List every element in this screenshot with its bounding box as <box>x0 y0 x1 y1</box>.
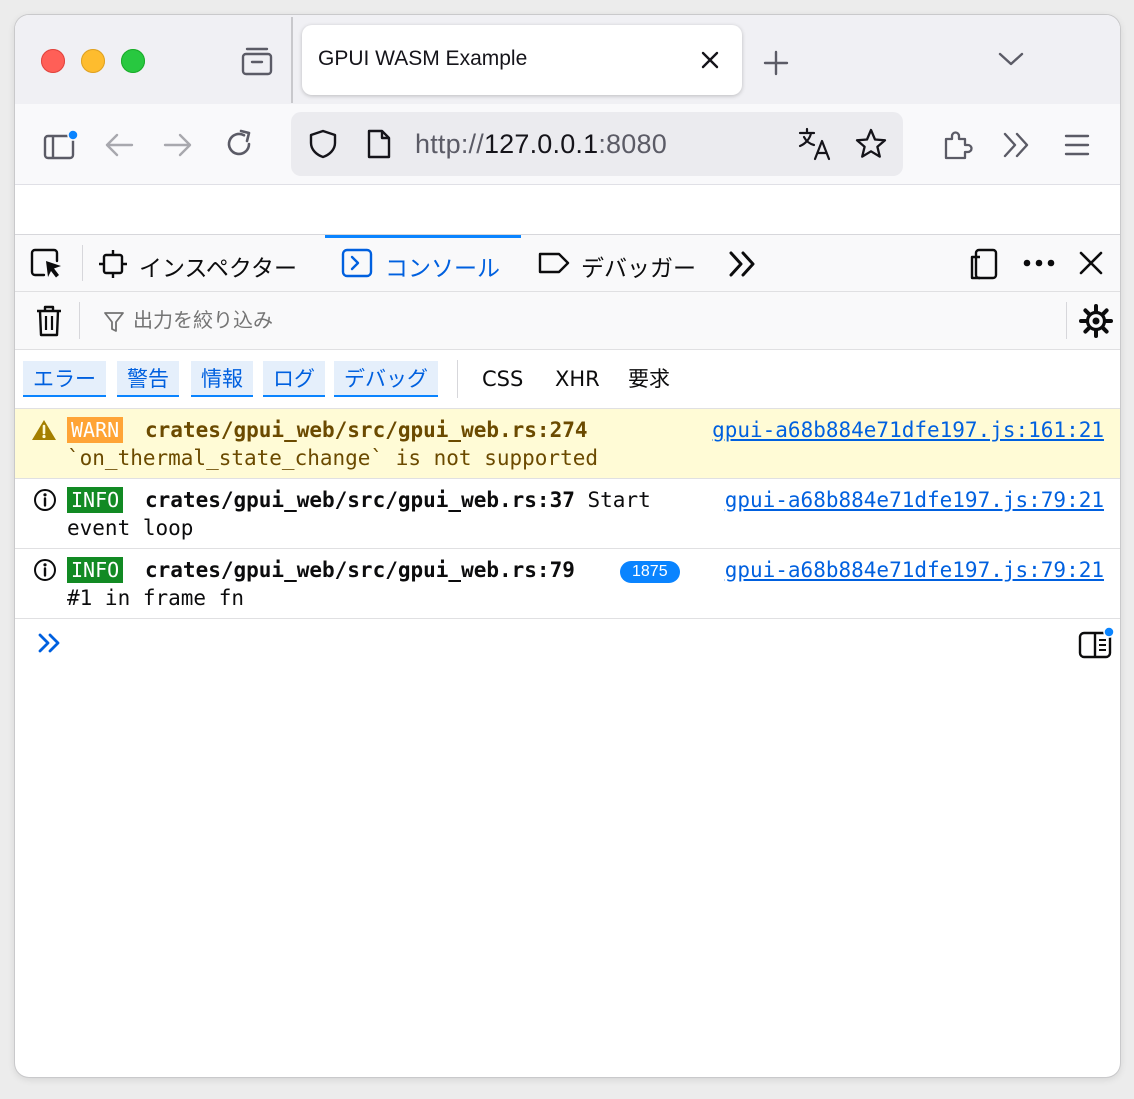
filter-output-input[interactable] <box>131 307 735 333</box>
navigation-bar: http://127.0.0.1:8080 <box>15 104 1120 185</box>
settings-separator <box>1066 302 1067 339</box>
sidebar-icon[interactable] <box>42 129 78 161</box>
source-path-text: crates/gpui_web/src/gpui_web.rs:79 <box>145 558 575 582</box>
console-input-row <box>15 619 1120 667</box>
url-host: 127.0.0.1 <box>483 129 599 159</box>
web-content-area <box>15 185 1120 235</box>
filter-icon <box>104 312 124 332</box>
url-text[interactable]: http://127.0.0.1:8080 <box>415 129 667 160</box>
tab-gpui-wasm-example[interactable]: GPUI WASM Example <box>302 25 742 95</box>
filter-css-button[interactable]: CSS <box>482 361 523 397</box>
level-badge-info: INFO <box>67 557 124 583</box>
message-source-path: crates/gpui_web/src/gpui_web.rs:37 Start <box>145 488 651 512</box>
back-arrow-icon[interactable] <box>103 131 135 159</box>
close-window-button[interactable] <box>41 49 65 73</box>
filter-requests-button[interactable]: 要求 <box>628 361 670 397</box>
message-location-link[interactable]: gpui-a68b884e71dfe197.js:79:21 <box>725 488 1104 512</box>
level-error-button[interactable]: エラー <box>23 361 106 397</box>
source-path-text: crates/gpui_web/src/gpui_web.rs:37 <box>145 488 575 512</box>
level-warning-button[interactable]: 警告 <box>117 361 179 397</box>
message-source-path: crates/gpui_web/src/gpui_web.rs:79 <box>145 558 575 582</box>
level-badge-info: INFO <box>67 487 124 513</box>
tab-title: GPUI WASM Example <box>318 47 528 70</box>
debugger-icon <box>538 252 570 274</box>
info-icon <box>34 489 56 511</box>
minimize-window-button[interactable] <box>81 49 105 73</box>
tab-debugger[interactable]: デバッガー <box>535 235 715 291</box>
shield-icon[interactable] <box>307 128 339 160</box>
level-log-button[interactable]: ログ <box>263 361 325 397</box>
message-inline-text: Start <box>574 488 651 512</box>
chevron-down-icon[interactable] <box>997 49 1025 69</box>
element-picker-icon[interactable] <box>29 247 65 281</box>
trash-icon[interactable] <box>35 304 63 338</box>
tab-bar: GPUI WASM Example <box>15 15 1120 104</box>
tab-separator <box>291 17 293 103</box>
url-scheme: http:// <box>415 129 484 159</box>
zoom-window-button[interactable] <box>121 49 145 73</box>
info-icon <box>34 559 56 581</box>
message-text: `on_thermal_state_change` is not support… <box>67 446 599 470</box>
devtools-toolbar: インスペクター コンソール デバッガー <box>15 235 1120 292</box>
console-message-info[interactable]: INFO crates/gpui_web/src/gpui_web.rs:37 … <box>15 479 1120 549</box>
editor-mode-icon[interactable] <box>1076 625 1116 661</box>
repeat-count-badge: 1875 <box>620 561 680 583</box>
console-icon <box>341 248 373 278</box>
filter-separator <box>79 302 80 339</box>
message-source-path: crates/gpui_web/src/gpui_web.rs:274 <box>145 418 588 442</box>
reload-icon[interactable] <box>223 128 255 160</box>
toolbar-separator <box>82 245 83 281</box>
level-info-button[interactable]: 情報 <box>191 361 253 397</box>
message-text: #1 in frame fn <box>67 586 245 610</box>
tab-debugger-label: デバッガー <box>581 256 696 282</box>
filter-xhr-button[interactable]: XHR <box>555 361 600 397</box>
more-tools-chevrons-icon[interactable] <box>727 249 759 279</box>
tab-console[interactable]: コンソール <box>325 235 521 291</box>
overflow-chevrons-icon[interactable] <box>1001 130 1033 160</box>
level-debug-button[interactable]: デバッグ <box>334 361 438 397</box>
url-port: :8080 <box>598 129 667 159</box>
responsive-design-mode-icon[interactable] <box>967 247 1001 281</box>
close-devtools-icon[interactable] <box>1078 250 1104 276</box>
tab-inspector[interactable]: インスペクター <box>95 235 325 291</box>
prompt-chevrons-icon <box>38 633 60 653</box>
inspector-icon <box>99 250 127 278</box>
level-badge-warn: WARN <box>67 417 124 443</box>
more-options-icon[interactable] <box>1021 256 1057 270</box>
translate-icon[interactable] <box>797 126 833 162</box>
message-location-link[interactable]: gpui-a68b884e71dfe197.js:79:21 <box>725 558 1104 582</box>
close-tab-icon[interactable] <box>700 50 720 70</box>
tab-groups-icon[interactable] <box>239 45 275 77</box>
console-message-info[interactable]: INFO crates/gpui_web/src/gpui_web.rs:79 … <box>15 549 1120 619</box>
console-filter-bar <box>15 292 1120 350</box>
page-info-icon[interactable] <box>365 128 393 160</box>
console-message-warn[interactable]: WARN crates/gpui_web/src/gpui_web.rs:274… <box>15 409 1120 479</box>
bookmark-star-icon[interactable] <box>854 127 888 161</box>
level-separator <box>457 360 458 398</box>
tab-console-label: コンソール <box>385 256 500 282</box>
tab-inspector-label: インスペクター <box>139 256 298 282</box>
message-text: event loop <box>67 516 194 540</box>
hamburger-menu-icon[interactable] <box>1063 132 1091 158</box>
source-path-text: crates/gpui_web/src/gpui_web.rs:274 <box>145 418 588 442</box>
gear-icon[interactable] <box>1079 304 1113 338</box>
console-input[interactable] <box>85 627 1069 661</box>
extensions-icon[interactable] <box>941 128 975 162</box>
url-bar[interactable]: http://127.0.0.1:8080 <box>291 112 903 176</box>
log-level-filter-bar: エラー 警告 情報 ログ デバッグ CSS XHR 要求 <box>15 350 1120 409</box>
forward-arrow-icon[interactable] <box>162 131 194 159</box>
browser-window: GPUI WASM Example http://127.0.0.1:8080 … <box>15 15 1120 1077</box>
new-tab-icon[interactable] <box>762 49 790 77</box>
warning-icon <box>32 420 56 440</box>
message-location-link[interactable]: gpui-a68b884e71dfe197.js:161:21 <box>712 418 1104 442</box>
